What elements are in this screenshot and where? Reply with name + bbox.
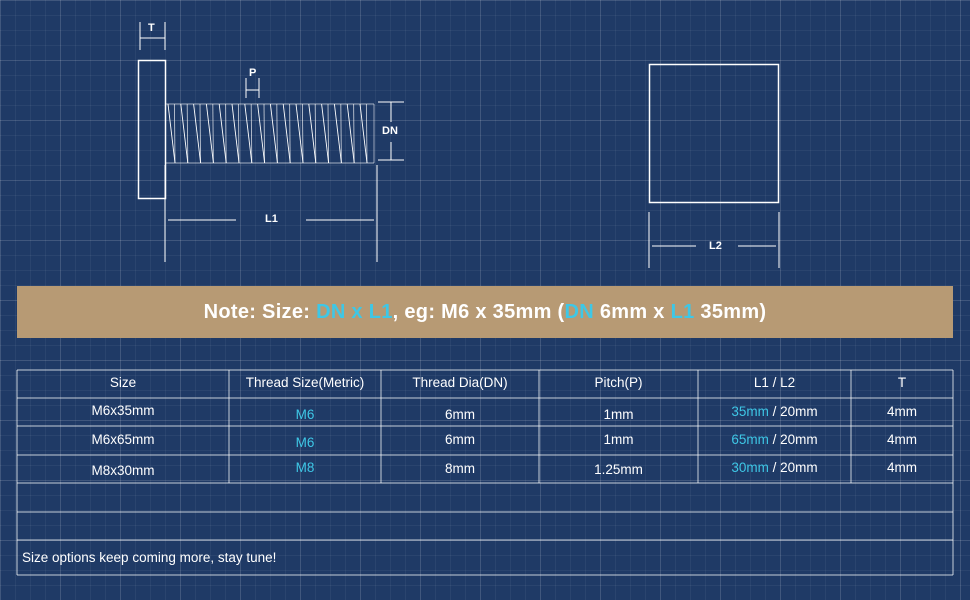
table-row-t: 4mm [887, 432, 917, 447]
note-part-highlight: L1 [670, 300, 695, 323]
l1-value: 30mm [731, 460, 769, 475]
note-part-highlight: DN [564, 300, 594, 323]
table-row-size: M8x30mm [91, 463, 155, 478]
note-part: , eg: M6 x 35mm ( [392, 300, 565, 323]
table-row-thread: M6 [295, 407, 315, 422]
header-thread-size: Thread Size(Metric) [245, 375, 365, 390]
table-row-thread: M6 [295, 435, 315, 450]
note-part: Note: Size: [203, 300, 317, 323]
note-part: 35mm) [694, 300, 767, 323]
l2-value: / 20mm [768, 460, 818, 475]
thread-shank [166, 103, 375, 164]
header-t: T [897, 375, 907, 390]
table-row-l1-l2: 30mm / 20mm [698, 460, 851, 475]
note-part: 6mm x [594, 300, 671, 323]
table-row-t: 4mm [887, 460, 917, 475]
l1-dimension-label: L1 [265, 213, 278, 225]
table-row-size: M6x35mm [91, 403, 155, 418]
table-row-l1-l2: 65mm / 20mm [698, 432, 851, 447]
table-row-size: M6x65mm [91, 432, 155, 447]
l2-value: / 20mm [768, 432, 818, 447]
l1-value: 65mm [731, 432, 769, 447]
screw-diagram [137, 22, 780, 268]
table-row-dia: 6mm [445, 407, 475, 422]
l2-dimension-label: L2 [709, 240, 722, 252]
l2-value: / 20mm [768, 404, 818, 419]
footnote: Size options keep coming more, stay tune… [22, 550, 277, 565]
table-row-t: 4mm [887, 404, 917, 419]
table-row-pitch: 1.25mm [594, 462, 643, 477]
l1-value: 35mm [731, 404, 769, 419]
header-thread-dia: Thread Dia(DN) [412, 375, 508, 390]
p-dimension-label: P [249, 67, 257, 79]
size-note-banner: Note: Size: DN x L1, eg: M6 x 35mm (DN 6… [17, 286, 953, 338]
table-row-pitch: 1mm [603, 407, 634, 422]
header-l1-l2: L1 / L2 [753, 375, 796, 390]
header-size: Size [109, 375, 137, 390]
table-row-dia: 6mm [445, 432, 475, 447]
dn-dimension-label: DN [382, 125, 398, 137]
table-row-thread: M8 [295, 460, 315, 475]
table-row-pitch: 1mm [603, 432, 634, 447]
note-part-highlight: DN x L1 [316, 300, 393, 323]
table-row-l1-l2: 35mm / 20mm [698, 404, 851, 419]
table-row-dia: 8mm [445, 461, 475, 476]
header-pitch: Pitch(P) [594, 375, 643, 390]
t-dimension-label: T [148, 22, 155, 34]
